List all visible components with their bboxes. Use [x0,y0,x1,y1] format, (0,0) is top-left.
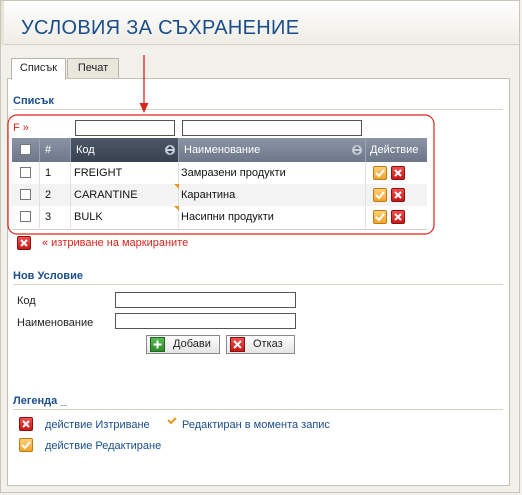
plus-icon [150,337,165,352]
code-label: Код [17,295,36,307]
name-input[interactable] [115,313,296,329]
x-icon [230,337,245,352]
legend-title: Легенда _ [13,395,67,407]
tab-list[interactable]: Списък [11,58,66,80]
new-condition-divider [13,284,503,285]
add-button-label: Добави [173,338,211,350]
delete-marked-icon[interactable] [17,236,31,250]
delete-legend-icon [19,417,33,431]
add-button[interactable]: Добави [146,335,220,354]
legend-edited-text: Редактиран в момента запис [182,419,330,431]
edit-legend-icon [19,438,33,452]
name-label: Наименование [17,317,94,329]
legend-delete-text: действие Изтриване [45,419,150,431]
cancel-button-label: Отказ [253,338,283,350]
cancel-button[interactable]: Отказ [226,335,295,354]
legend-divider [13,409,503,410]
edited-record-icon [167,417,177,425]
new-condition-title: Нов Условие [13,270,83,282]
delete-marked-link[interactable]: « изтриване на маркираните [42,237,188,249]
code-input[interactable] [115,292,296,308]
legend-edit-text: действие Редактиране [45,440,162,452]
